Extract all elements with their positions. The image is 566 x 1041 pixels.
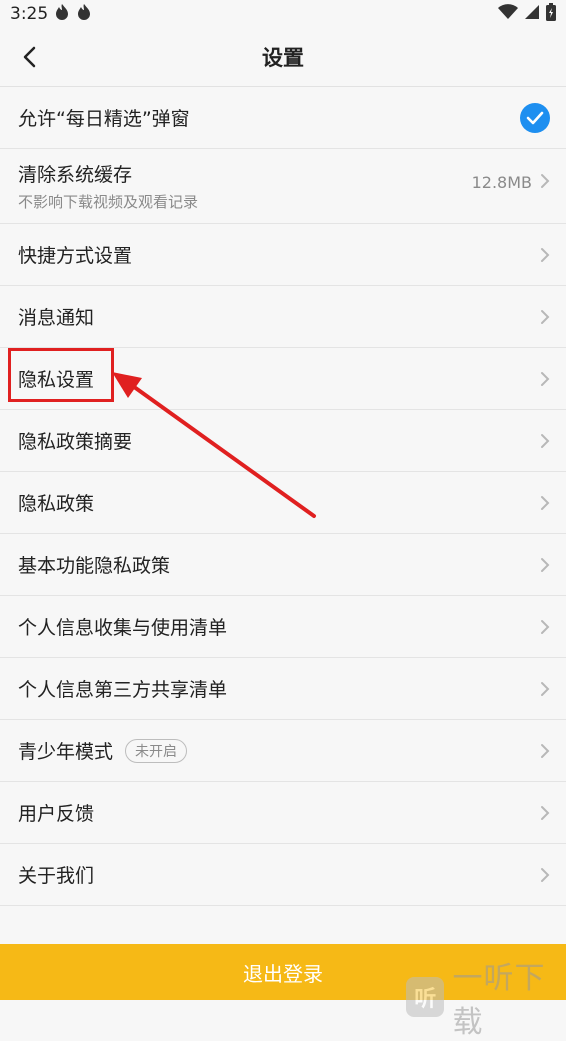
watermark-text: 一听下载 — [452, 961, 546, 1040]
chevron-right-icon — [541, 619, 550, 634]
setting-privacy-summary[interactable]: 隐私政策摘要 — [0, 410, 566, 472]
status-bar: 3:25 — [0, 0, 566, 28]
nav-bar: 设置 — [0, 28, 566, 87]
setting-label: 青少年模式 — [18, 741, 114, 763]
chevron-right-icon — [541, 433, 550, 448]
setting-label: 用户反馈 — [18, 803, 95, 825]
setting-privacy-policy[interactable]: 隐私政策 — [0, 472, 566, 534]
setting-label: 个人信息第三方共享清单 — [18, 679, 228, 701]
setting-label: 基本功能隐私政策 — [18, 555, 171, 577]
cache-size: 12.8MB — [471, 173, 532, 192]
setting-feedback[interactable]: 用户反馈 — [0, 782, 566, 844]
wifi-icon — [498, 3, 518, 25]
setting-label: 关于我们 — [18, 865, 95, 887]
chevron-right-icon — [541, 743, 550, 758]
page-title: 设置 — [262, 46, 304, 70]
watermark-logo: 听 — [406, 977, 445, 1017]
setting-third-party[interactable]: 个人信息第三方共享清单 — [0, 658, 566, 720]
setting-clear-cache[interactable]: 清除系统缓存 不影响下载视频及观看记录 12.8MB — [0, 149, 566, 224]
chevron-right-icon — [541, 805, 550, 820]
setting-popup-allow[interactable]: 允许“每日精选”弹窗 — [0, 87, 566, 149]
setting-label: 隐私政策摘要 — [18, 431, 133, 453]
setting-basic-privacy[interactable]: 基本功能隐私政策 — [0, 534, 566, 596]
setting-subtitle: 不影响下载视频及观看记录 — [18, 193, 199, 211]
chevron-right-icon — [541, 174, 550, 188]
status-time: 3:25 — [10, 4, 49, 24]
battery-icon — [546, 2, 556, 26]
setting-youth-mode[interactable]: 青少年模式 未开启 — [0, 720, 566, 782]
setting-label: 允许“每日精选”弹窗 — [18, 108, 190, 130]
setting-label: 清除系统缓存 — [18, 164, 133, 186]
chevron-right-icon — [541, 247, 550, 262]
chevron-right-icon — [541, 681, 550, 696]
chevron-right-icon — [541, 867, 550, 882]
setting-about[interactable]: 关于我们 — [0, 844, 566, 906]
setting-shortcut[interactable]: 快捷方式设置 — [0, 224, 566, 286]
setting-info-collection[interactable]: 个人信息收集与使用清单 — [0, 596, 566, 658]
settings-list: 允许“每日精选”弹窗 清除系统缓存 不影响下载视频及观看记录 12.8MB 快捷… — [0, 87, 566, 906]
flame-icon — [54, 3, 70, 26]
setting-label: 快捷方式设置 — [18, 245, 133, 267]
setting-label: 隐私政策 — [18, 493, 95, 515]
setting-label: 个人信息收集与使用清单 — [18, 617, 228, 639]
annotation-highlight-box — [8, 348, 114, 402]
flame-icon — [76, 3, 92, 26]
chevron-right-icon — [541, 309, 550, 324]
status-badge: 未开启 — [125, 738, 188, 763]
chevron-right-icon — [541, 495, 550, 510]
chevron-right-icon — [541, 371, 550, 386]
chevron-right-icon — [541, 557, 550, 572]
watermark: 听 一听下载 — [406, 953, 566, 1041]
setting-label: 消息通知 — [18, 307, 95, 329]
setting-notifications[interactable]: 消息通知 — [0, 286, 566, 348]
checkmark-icon[interactable] — [520, 102, 550, 133]
chevron-left-icon — [23, 46, 36, 68]
signal-icon — [524, 4, 540, 25]
back-button[interactable] — [10, 38, 48, 76]
